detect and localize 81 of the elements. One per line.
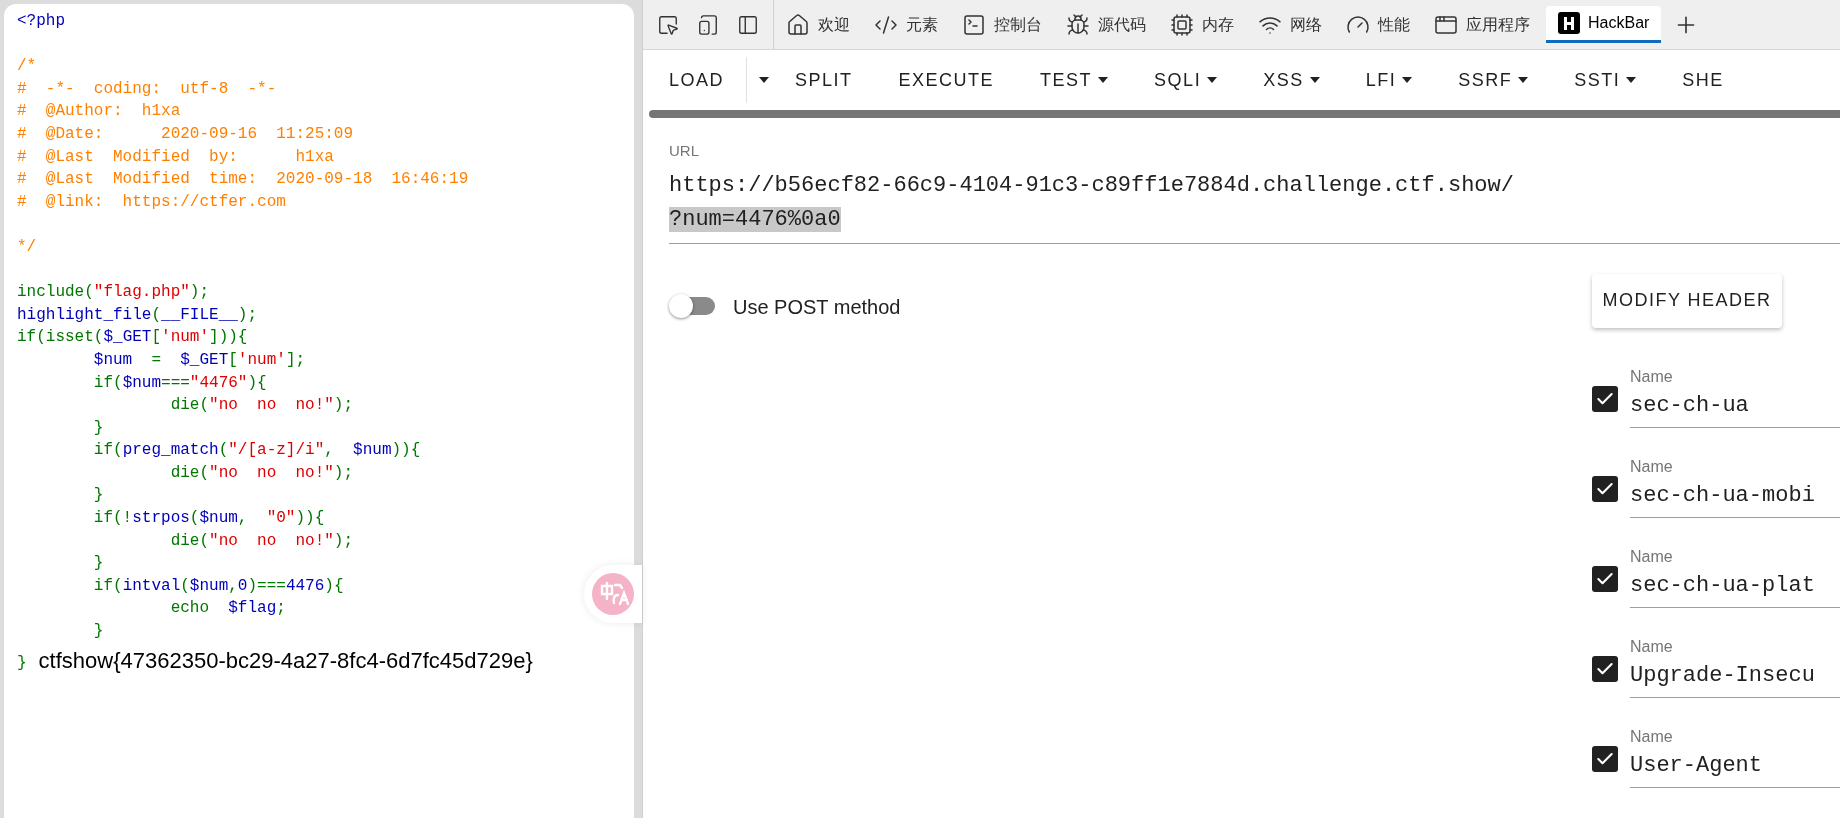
code-line: if(!strpos($num, "0")){ bbox=[92, 508, 325, 530]
menu-button[interactable]: LFI bbox=[1365, 66, 1413, 94]
menu-button[interactable]: EXECUTE bbox=[898, 66, 995, 94]
header-name-field[interactable]: sec-ch-ua-plat bbox=[1630, 568, 1840, 608]
menu-button[interactable]: LOAD bbox=[669, 66, 747, 94]
devtools-tab[interactable]: 应用程序 bbox=[1422, 0, 1542, 49]
caret-icon bbox=[1402, 77, 1413, 83]
header-name-field[interactable]: sec-ch-ua bbox=[1630, 388, 1840, 428]
devtools-tab[interactable]: 欢迎 bbox=[774, 0, 862, 49]
code-line: <?php bbox=[17, 11, 65, 32]
field-label: Name bbox=[1630, 546, 1674, 567]
menu-button[interactable]: SHE bbox=[1682, 66, 1724, 94]
caret-icon bbox=[1518, 77, 1529, 83]
code-line: include("flag.php"); bbox=[17, 282, 210, 304]
code-line: if($num==="4476"){ bbox=[92, 372, 267, 394]
code-line: echo $flag; bbox=[169, 598, 286, 620]
devtools-tab[interactable]: 性能 bbox=[1334, 0, 1422, 49]
code-line: die("no no no!"); bbox=[169, 462, 354, 484]
code-line: # @Author: h1xa bbox=[17, 101, 181, 123]
menu-button[interactable]: SQLI bbox=[1154, 66, 1218, 94]
code-line: */ bbox=[17, 236, 37, 258]
caret-icon bbox=[759, 77, 770, 83]
checkbox[interactable] bbox=[1592, 745, 1618, 772]
menu-button[interactable]: SSRF bbox=[1458, 66, 1529, 94]
code-line: if(preg_match("/[a-z]/i", $num)){ bbox=[92, 440, 421, 462]
devtools-tab[interactable]: HackBar bbox=[1546, 6, 1662, 43]
code-line: if(isset($_GET['num'])){ bbox=[17, 327, 248, 349]
code-line: } bbox=[17, 653, 27, 675]
code-line: } bbox=[92, 621, 104, 643]
field-label: Name bbox=[1630, 366, 1674, 387]
code-line: # @Date: 2020-09-16 11:25:09 bbox=[17, 123, 354, 145]
field-label: Name bbox=[1630, 636, 1674, 657]
checkbox[interactable] bbox=[1592, 655, 1618, 682]
code-line: } bbox=[92, 485, 104, 507]
header-name-field[interactable]: Upgrade-Insecu bbox=[1630, 658, 1840, 698]
sidebar-icon[interactable] bbox=[737, 13, 759, 36]
post-toggle[interactable] bbox=[669, 293, 717, 318]
caret-icon bbox=[1207, 77, 1218, 83]
menu-button[interactable]: XSS bbox=[1263, 66, 1320, 94]
url-field[interactable]: https://b56ecf82-66c9-4104-91c3-c89ff1e7884d.challenge.ctf.show/ ?num=4476%0a0 bbox=[669, 168, 1840, 244]
device-icon[interactable] bbox=[697, 13, 719, 36]
header-name-field[interactable]: User-Agent bbox=[1630, 748, 1840, 788]
caret-icon bbox=[1626, 77, 1637, 83]
devtools-tab[interactable]: 内存 bbox=[1158, 0, 1246, 49]
checkbox[interactable] bbox=[1592, 475, 1618, 502]
code-line: die("no no no!"); bbox=[169, 395, 354, 417]
checkbox[interactable] bbox=[1592, 565, 1618, 592]
code-line: # @Last Modified time: 2020-09-18 16:46:19 bbox=[17, 169, 469, 191]
devtools-tab[interactable]: 元素 bbox=[862, 0, 950, 49]
terminal-icon bbox=[962, 12, 986, 37]
devtools-tab[interactable]: 源代码 bbox=[1054, 0, 1158, 49]
bug-icon bbox=[1066, 12, 1090, 37]
caret-icon bbox=[1098, 77, 1109, 83]
field-label: URL bbox=[669, 141, 700, 161]
code-line: } bbox=[92, 553, 104, 575]
house-icon bbox=[786, 12, 810, 37]
menu-button[interactable]: TEST bbox=[1040, 66, 1109, 94]
header-name-field[interactable]: sec-ch-ua-mobi bbox=[1630, 478, 1840, 518]
code-line: # @link: https://ctfer.com bbox=[17, 191, 286, 213]
caret-icon bbox=[1309, 77, 1320, 83]
code-line: # @Last Modified by: h1xa bbox=[17, 146, 334, 168]
menu-button[interactable]: SSTI bbox=[1574, 66, 1637, 94]
code-line: die("no no no!"); bbox=[169, 530, 354, 552]
toggle-label: Use POST method bbox=[733, 294, 901, 320]
hackbar-logo-icon bbox=[1558, 12, 1580, 34]
chip-icon bbox=[1170, 12, 1194, 37]
field-label: Name bbox=[1630, 456, 1674, 477]
code-line: # -*- coding: utf-8 -*- bbox=[17, 78, 277, 100]
flag-output: ctfshow{47362350-bc29-4a27-8fc4-6d7fc45d729e} bbox=[38, 646, 533, 675]
devtools-tab[interactable]: 控制台 bbox=[950, 0, 1054, 49]
code-line: /* bbox=[17, 56, 37, 78]
code-line: $num = $_GET['num']; bbox=[92, 349, 306, 371]
modify-header-button[interactable]: MODIFY HEADER bbox=[1592, 273, 1782, 328]
devtools-tab[interactable]: 网络 bbox=[1246, 0, 1334, 49]
code-line: if(intval($num,0)===4476){ bbox=[92, 575, 344, 597]
menu-button[interactable]: SPLIT bbox=[795, 66, 853, 94]
inspect-icon[interactable] bbox=[657, 13, 679, 36]
field-label: Name bbox=[1630, 726, 1674, 747]
checkbox[interactable] bbox=[1592, 385, 1618, 412]
code-line: highlight_file(__FILE__); bbox=[17, 304, 258, 326]
code-line: } bbox=[92, 417, 104, 439]
